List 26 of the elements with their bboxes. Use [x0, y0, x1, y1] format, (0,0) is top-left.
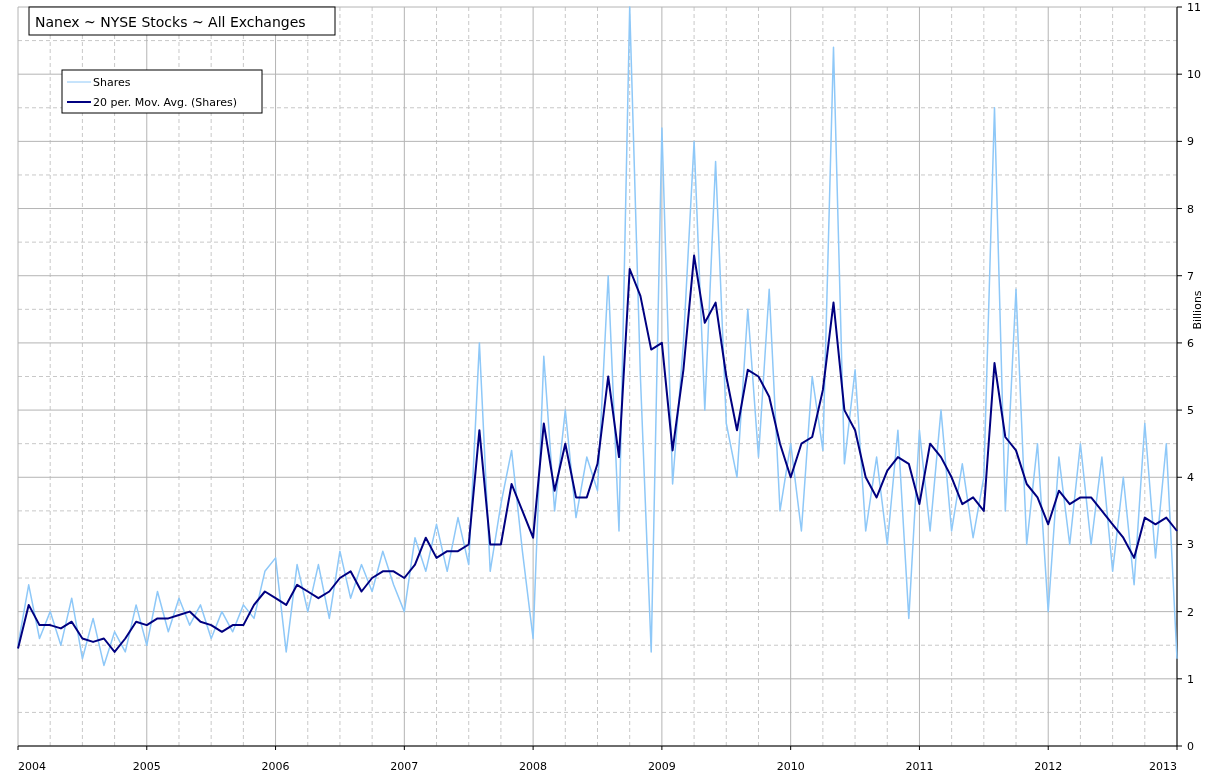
x-tick-label: 2012 — [1034, 760, 1063, 773]
x-tick-label: 2007 — [390, 760, 419, 773]
x-tick-label: 2009 — [647, 760, 676, 773]
x-tick-label: 2006 — [261, 760, 290, 773]
legend-label: Shares — [93, 76, 131, 89]
y-tick-label: 4 — [1187, 471, 1194, 485]
y-tick-label: 0 — [1187, 740, 1194, 753]
legend-label: 20 per. Mov. Avg. (Shares) — [93, 96, 238, 109]
y-tick-label: 3 — [1187, 538, 1194, 552]
x-tick-label: 2010 — [776, 760, 805, 773]
y-tick-label: 7 — [1187, 269, 1194, 283]
x-tick-label: 2005 — [132, 760, 161, 773]
y-axis-label: Billions — [1191, 290, 1204, 330]
x-tick-label: 2004 — [18, 760, 46, 773]
y-tick-label: 1 — [1187, 672, 1194, 686]
y-tick-label: 2 — [1187, 605, 1194, 619]
x-tick-label: 2008 — [519, 760, 548, 773]
chart-title: Nanex ~ NYSE Stocks ~ All Exchanges — [35, 14, 306, 30]
y-tick-label: 10 — [1187, 68, 1201, 82]
y-tick-label: 8 — [1187, 202, 1194, 216]
x-tick-label: 2011 — [905, 760, 934, 773]
y-tick-label: 5 — [1187, 404, 1194, 418]
x-tick-label: 2013 — [1149, 760, 1177, 773]
y-tick-label: 11 — [1187, 1, 1201, 14]
y-tick-label: 6 — [1187, 336, 1194, 350]
y-tick-label: 9 — [1187, 135, 1194, 149]
